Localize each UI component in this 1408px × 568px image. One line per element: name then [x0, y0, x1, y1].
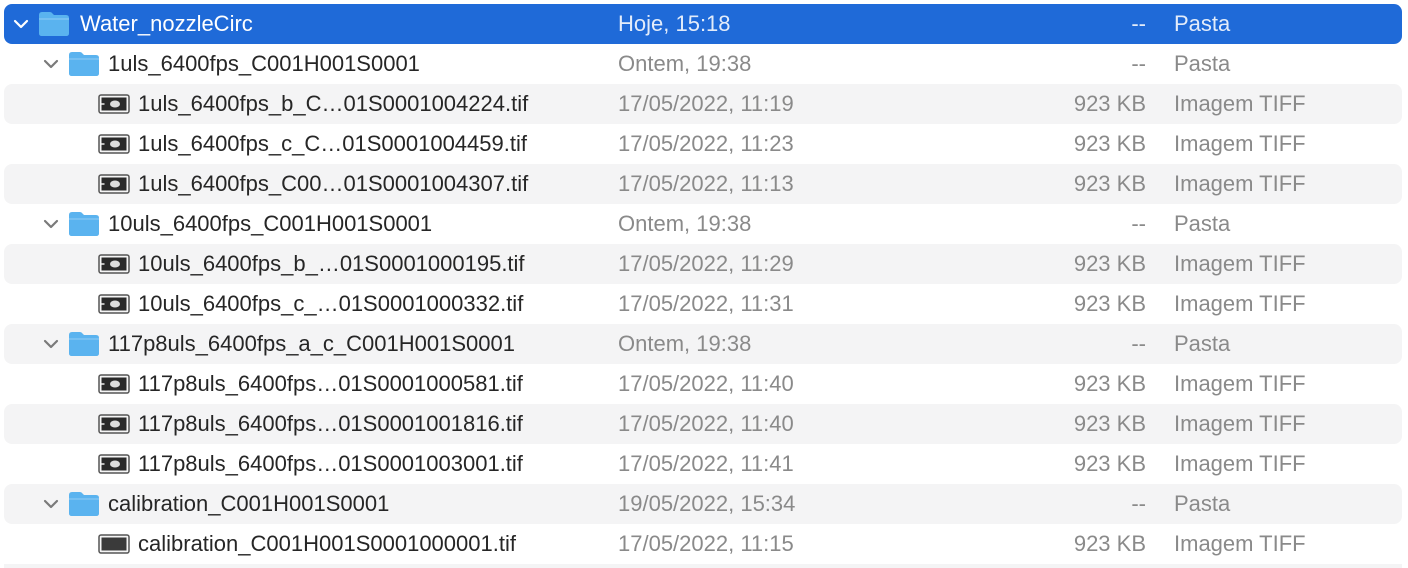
- file-size: 923 KB: [1073, 371, 1146, 396]
- file-row[interactable]: 117p8uls_6400fps…01S0001003001.tif 17/05/…: [4, 444, 1402, 484]
- file-kind: Imagem TIFF: [1174, 131, 1306, 156]
- date-modified: Hoje, 15:18: [618, 11, 731, 36]
- date-modified: 17/05/2022, 11:40: [618, 371, 794, 396]
- date-modified: 17/05/2022, 11:40: [618, 411, 794, 436]
- tiff-image-icon: [98, 364, 130, 404]
- folder-row[interactable]: Water_nozzleCirc Hoje, 15:18 -- Pasta: [4, 4, 1402, 44]
- chevron-down-icon[interactable]: [12, 4, 32, 44]
- folder-icon: [68, 324, 100, 364]
- file-name: 117p8uls_6400fps…01S0001003001.tif: [138, 451, 523, 476]
- file-row[interactable]: 1uls_6400fps_C00…01S0001004307.tif 17/05/…: [4, 164, 1402, 204]
- file-size: --: [1131, 211, 1146, 236]
- file-size: 923 KB: [1073, 411, 1146, 436]
- file-row[interactable]: 117p8uls_6400fps…01S0001000581.tif 17/05/…: [4, 364, 1402, 404]
- folder-icon: [68, 484, 100, 524]
- file-kind: Imagem TIFF: [1174, 171, 1306, 196]
- folder-icon: [68, 204, 100, 244]
- chevron-down-icon[interactable]: [42, 324, 62, 364]
- chevron-down-icon[interactable]: [42, 44, 62, 84]
- date-modified: Ontem, 19:38: [618, 211, 752, 236]
- date-modified: 17/05/2022, 11:29: [618, 251, 794, 276]
- tiff-image-icon: [98, 84, 130, 124]
- file-name: 1uls_6400fps_b_C…01S0001004224.tif: [138, 91, 529, 116]
- file-size: 923 KB: [1073, 451, 1146, 476]
- file-kind: Pasta: [1174, 331, 1231, 356]
- file-row[interactable]: calibration_C001H001S0001000001.tif 17/05…: [4, 524, 1402, 564]
- date-modified: 17/05/2022, 11:41: [618, 451, 794, 476]
- file-name: calibration_C001H001S0001000001.tif: [138, 531, 516, 556]
- tiff-image-icon: [98, 284, 130, 324]
- file-size: 923 KB: [1073, 131, 1146, 156]
- folder-name: 10uls_6400fps_C001H001S0001: [108, 211, 433, 236]
- file-name: 10uls_6400fps_c_…01S0001000332.tif: [138, 291, 524, 316]
- file-kind: Imagem TIFF: [1174, 531, 1306, 556]
- file-size: 923 KB: [1073, 291, 1146, 316]
- folder-row[interactable]: calibration_C001H001S0001 19/05/2022, 15:…: [4, 484, 1402, 524]
- folder-name: calibration_C001H001S0001: [108, 491, 390, 516]
- file-row[interactable]: 1uls_6400fps_c_C…01S0001004459.tif 17/05/…: [4, 124, 1402, 164]
- folder-name: 1uls_6400fps_C001H001S0001: [108, 51, 420, 76]
- folder-icon: [38, 4, 70, 44]
- folder-row[interactable]: 10uls_6400fps_C001H001S0001 Ontem, 19:38 -…: [4, 204, 1402, 244]
- file-size: --: [1131, 491, 1146, 516]
- file-kind: Imagem TIFF: [1174, 411, 1306, 436]
- chevron-down-icon[interactable]: [42, 204, 62, 244]
- chevron-down-icon[interactable]: [42, 484, 62, 524]
- date-modified: 17/05/2022, 11:19: [618, 91, 794, 116]
- file-kind: Imagem TIFF: [1174, 371, 1306, 396]
- date-modified: 17/05/2022, 11:13: [618, 171, 794, 196]
- tiff-image-icon: [98, 524, 130, 564]
- file-list: Water_nozzleCirc Hoje, 15:18 -- Pasta 1uls_6…: [0, 0, 1408, 568]
- file-size: 923 KB: [1073, 171, 1146, 196]
- tiff-image-icon: [98, 244, 130, 284]
- file-size: 923 KB: [1073, 251, 1146, 276]
- file-row[interactable]: 10uls_6400fps_c_…01S0001000332.tif 17/05/…: [4, 284, 1402, 324]
- folder-icon: [68, 44, 100, 84]
- file-kind: Imagem TIFF: [1174, 251, 1306, 276]
- file-kind: Pasta: [1174, 491, 1231, 516]
- date-modified: Ontem, 19:38: [618, 51, 752, 76]
- folder-row[interactable]: 117p8uls_6400fps_a_c_C001H001S0001 Ontem,…: [4, 324, 1402, 364]
- tiff-image-icon: [98, 444, 130, 484]
- file-size: 923 KB: [1073, 91, 1146, 116]
- file-kind: Pasta: [1174, 11, 1231, 36]
- file-name: 117p8uls_6400fps…01S0001001816.tif: [138, 411, 523, 436]
- folder-name: 117p8uls_6400fps_a_c_C001H001S0001: [108, 331, 515, 356]
- file-size: --: [1131, 331, 1146, 356]
- file-row[interactable]: 117p8uls_6400fps…01S0001001816.tif 17/05/…: [4, 404, 1402, 444]
- date-modified: 17/05/2022, 11:23: [618, 131, 794, 156]
- date-modified: 17/05/2022, 11:15: [618, 531, 794, 556]
- tiff-image-icon: [98, 404, 130, 444]
- folder-name: Water_nozzleCirc: [80, 11, 253, 36]
- date-modified: 19/05/2022, 15:34: [618, 491, 796, 516]
- file-name: 1uls_6400fps_C00…01S0001004307.tif: [138, 171, 529, 196]
- tiff-image-icon: [98, 164, 130, 204]
- list-bottom-edge: [4, 564, 1402, 568]
- date-modified: 17/05/2022, 11:31: [618, 291, 794, 316]
- file-kind: Imagem TIFF: [1174, 91, 1306, 116]
- folder-row[interactable]: 1uls_6400fps_C001H001S0001 Ontem, 19:38 --…: [4, 44, 1402, 84]
- file-kind: Imagem TIFF: [1174, 291, 1306, 316]
- file-name: 1uls_6400fps_c_C…01S0001004459.tif: [138, 131, 527, 156]
- date-modified: Ontem, 19:38: [618, 331, 752, 356]
- file-kind: Imagem TIFF: [1174, 451, 1306, 476]
- file-row[interactable]: 1uls_6400fps_b_C…01S0001004224.tif 17/05/…: [4, 84, 1402, 124]
- file-kind: Pasta: [1174, 211, 1231, 236]
- file-size: --: [1131, 11, 1146, 36]
- file-name: 117p8uls_6400fps…01S0001000581.tif: [138, 371, 523, 396]
- file-size: --: [1131, 51, 1146, 76]
- file-name: 10uls_6400fps_b_…01S0001000195.tif: [138, 251, 525, 276]
- file-row[interactable]: 10uls_6400fps_b_…01S0001000195.tif 17/05/…: [4, 244, 1402, 284]
- file-size: 923 KB: [1073, 531, 1146, 556]
- tiff-image-icon: [98, 124, 130, 164]
- file-kind: Pasta: [1174, 51, 1231, 76]
